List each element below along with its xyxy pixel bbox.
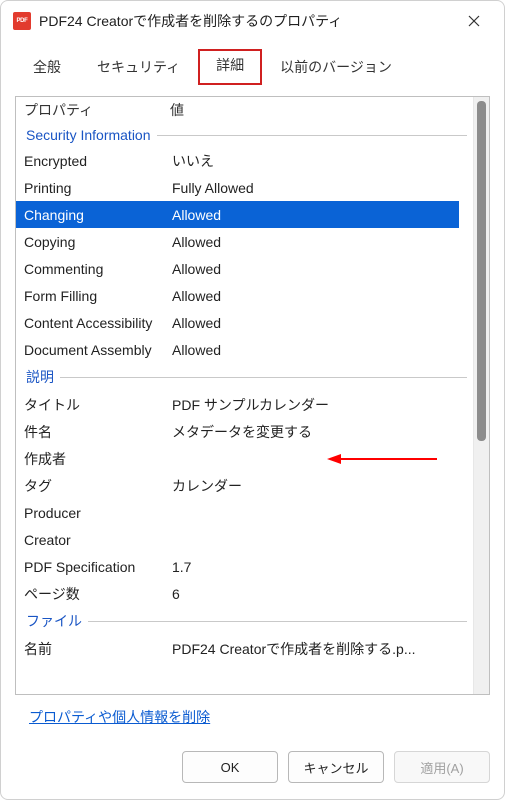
- column-value: 値: [164, 100, 471, 120]
- titlebar: PDF24 Creatorで作成者を削除するのプロパティ: [1, 1, 504, 41]
- annotation-arrow-icon: [327, 452, 437, 466]
- properties-panel: プロパティ 値 Security Information Encrypted い…: [15, 96, 490, 695]
- tab-details[interactable]: 詳細: [198, 49, 262, 85]
- column-headers: プロパティ 値: [22, 97, 471, 123]
- tab-previous-versions[interactable]: 以前のバージョン: [262, 51, 410, 85]
- section-file: ファイル: [22, 607, 471, 635]
- row-tags[interactable]: タグ カレンダー: [22, 472, 471, 499]
- row-printing[interactable]: Printing Fully Allowed: [22, 174, 471, 201]
- pdf-app-icon: [13, 12, 31, 30]
- tab-bar: 全般 セキュリティ 詳細 以前のバージョン: [1, 41, 504, 86]
- close-icon: [468, 15, 480, 27]
- section-description: 説明: [22, 363, 471, 391]
- dialog-buttons: OK キャンセル 適用(A): [1, 737, 504, 799]
- row-encrypted[interactable]: Encrypted いいえ: [22, 147, 471, 174]
- column-property: プロパティ: [22, 100, 164, 120]
- tab-security[interactable]: セキュリティ: [79, 51, 198, 85]
- row-changing[interactable]: Changing Allowed: [16, 201, 459, 228]
- cancel-button[interactable]: キャンセル: [288, 751, 384, 783]
- row-filename[interactable]: 名前 PDF24 Creatorで作成者を削除する.p...: [22, 635, 471, 662]
- row-commenting[interactable]: Commenting Allowed: [22, 255, 471, 282]
- section-security-information: Security Information: [22, 123, 471, 147]
- row-copying[interactable]: Copying Allowed: [22, 228, 471, 255]
- remove-properties-link-row: プロパティや個人情報を削除: [15, 695, 490, 733]
- scrollbar-thumb[interactable]: [477, 101, 486, 441]
- row-subject[interactable]: 件名 メタデータを変更する: [22, 418, 471, 445]
- close-button[interactable]: [454, 5, 494, 37]
- row-pages[interactable]: ページ数 6: [22, 580, 471, 607]
- window-title: PDF24 Creatorで作成者を削除するのプロパティ: [39, 11, 454, 31]
- row-author[interactable]: 作成者: [22, 445, 471, 472]
- properties-dialog: PDF24 Creatorで作成者を削除するのプロパティ 全般 セキュリティ 詳…: [0, 0, 505, 800]
- properties-list[interactable]: プロパティ 値 Security Information Encrypted い…: [16, 97, 473, 694]
- row-producer[interactable]: Producer: [22, 499, 471, 526]
- vertical-scrollbar[interactable]: [473, 97, 489, 694]
- row-pdf-specification[interactable]: PDF Specification 1.7: [22, 553, 471, 580]
- ok-button[interactable]: OK: [182, 751, 278, 783]
- apply-button[interactable]: 適用(A): [394, 751, 490, 783]
- content-area: プロパティ 値 Security Information Encrypted い…: [1, 86, 504, 737]
- row-form-filling[interactable]: Form Filling Allowed: [22, 282, 471, 309]
- row-title[interactable]: タイトル PDF サンプルカレンダー: [22, 391, 471, 418]
- remove-properties-link[interactable]: プロパティや個人情報を削除: [29, 709, 210, 725]
- row-content-accessibility[interactable]: Content Accessibility Allowed: [22, 309, 471, 336]
- row-creator[interactable]: Creator: [22, 526, 471, 553]
- row-document-assembly[interactable]: Document Assembly Allowed: [22, 336, 471, 363]
- tab-general[interactable]: 全般: [15, 51, 79, 85]
